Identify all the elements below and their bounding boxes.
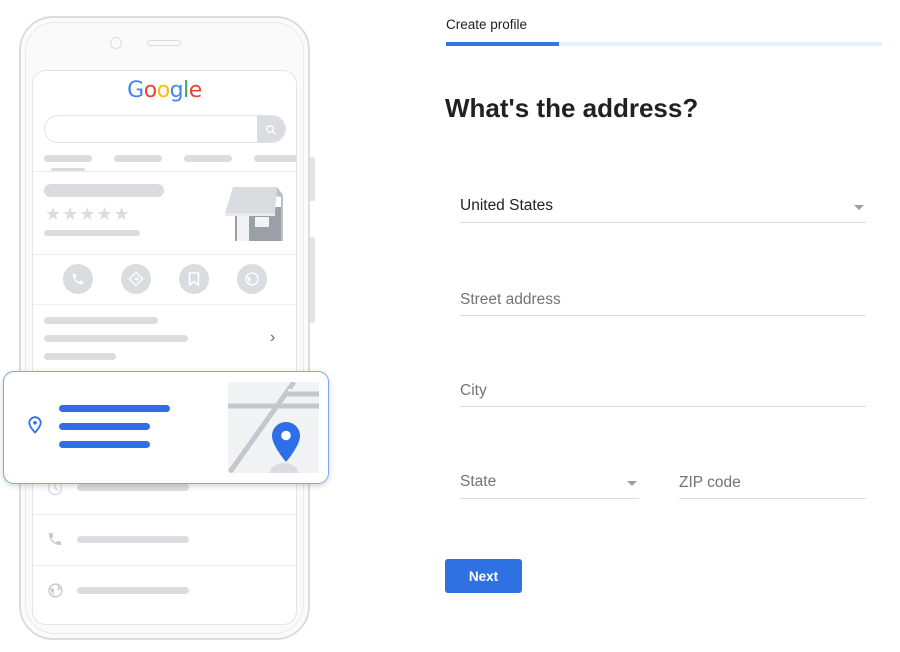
logo-letter: o bbox=[143, 78, 157, 103]
location-pin-icon bbox=[28, 416, 42, 434]
address-line bbox=[59, 423, 150, 430]
storefront-icon bbox=[225, 187, 283, 241]
google-logo: Google bbox=[33, 78, 296, 103]
skeleton-line bbox=[77, 484, 189, 491]
globe-icon bbox=[45, 580, 65, 600]
logo-letter: g bbox=[169, 78, 184, 103]
street-address-input-wrapper bbox=[460, 284, 866, 316]
address-line bbox=[59, 405, 170, 412]
phone-side-button bbox=[310, 237, 315, 323]
divider bbox=[33, 565, 296, 566]
mock-search-bar bbox=[44, 115, 286, 143]
logo-letter: o bbox=[156, 78, 170, 103]
website-action-icon bbox=[237, 264, 267, 294]
skeleton-line bbox=[44, 353, 116, 360]
skeleton-tab bbox=[254, 155, 296, 162]
city-input[interactable] bbox=[460, 375, 866, 406]
skeleton-line bbox=[44, 230, 140, 236]
state-select-placeholder: State bbox=[460, 473, 497, 490]
street-address-input[interactable] bbox=[460, 284, 866, 315]
phone-side-button bbox=[310, 157, 315, 201]
skeleton-line bbox=[77, 587, 189, 594]
zip-input-wrapper bbox=[679, 467, 866, 499]
divider bbox=[33, 171, 296, 172]
address-highlight-card bbox=[3, 371, 329, 484]
mini-map bbox=[228, 382, 319, 473]
divider bbox=[33, 304, 296, 305]
logo-letter: e bbox=[188, 78, 203, 103]
dropdown-arrow-icon bbox=[627, 481, 637, 486]
phone-icon bbox=[45, 529, 65, 549]
skeleton-business-name bbox=[44, 184, 164, 197]
skeleton-tab bbox=[184, 155, 232, 162]
phone-camera bbox=[110, 37, 122, 49]
phone-screen: Google ★★★★★ › bbox=[32, 70, 297, 625]
page-title: What's the address? bbox=[445, 93, 699, 123]
logo-letter: G bbox=[127, 78, 144, 103]
progress-bar bbox=[446, 42, 882, 46]
skeleton-tab bbox=[114, 155, 162, 162]
rating-stars-icon: ★★★★★ bbox=[45, 204, 131, 224]
city-input-wrapper bbox=[460, 375, 866, 407]
next-button[interactable]: Next bbox=[445, 559, 522, 593]
map-marker-icon bbox=[272, 422, 300, 462]
country-select-value: United States bbox=[460, 197, 554, 214]
skeleton-line bbox=[77, 536, 189, 543]
chevron-right-icon: › bbox=[270, 329, 276, 346]
progress-bar-fill bbox=[446, 42, 560, 46]
directions-action-icon bbox=[121, 264, 151, 294]
address-line bbox=[59, 441, 150, 448]
skeleton-line bbox=[44, 317, 158, 324]
state-select[interactable]: State bbox=[460, 467, 639, 499]
call-action-icon bbox=[63, 264, 93, 294]
phone-speaker bbox=[147, 40, 181, 46]
dropdown-arrow-icon bbox=[854, 205, 864, 210]
step-label: Create profile bbox=[446, 17, 528, 32]
divider bbox=[33, 514, 296, 515]
zip-code-input[interactable] bbox=[679, 467, 866, 498]
skeleton-line bbox=[44, 335, 188, 342]
search-icon bbox=[257, 116, 285, 142]
save-action-icon bbox=[179, 264, 209, 294]
skeleton-tab bbox=[44, 155, 92, 162]
country-select[interactable]: United States bbox=[460, 191, 866, 223]
divider bbox=[33, 254, 296, 255]
